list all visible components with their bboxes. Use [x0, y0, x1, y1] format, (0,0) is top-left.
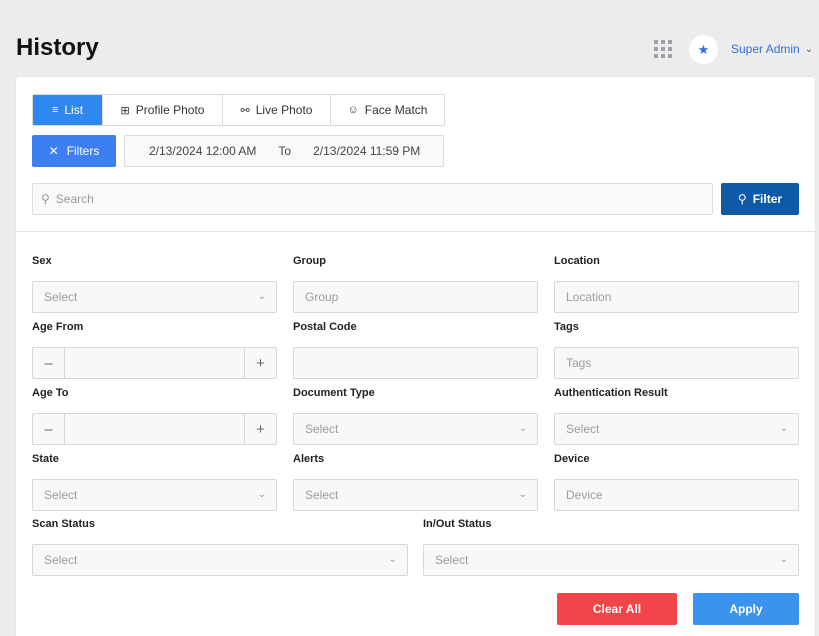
location-label: Location [554, 255, 600, 267]
inout-status-placeholder: Select [435, 553, 469, 567]
document-type-label: Document Type [293, 387, 375, 399]
tags-input[interactable]: Tags [554, 347, 799, 379]
sex-placeholder: Select [44, 290, 78, 304]
state-placeholder: Select [44, 488, 78, 502]
group-placeholder: Group [305, 290, 339, 304]
sex-label: Sex [32, 255, 52, 267]
filters-label: Filters [66, 144, 100, 158]
apps-grid-icon[interactable] [654, 40, 672, 58]
user-menu[interactable]: Super Admin ⌄ [731, 42, 813, 56]
history-card: ≡ List ⊞ Profile Photo ⚯ Live Photo ☺ Fa… [16, 77, 815, 636]
tab-label: Profile Photo [135, 103, 205, 117]
tab-label: Live Photo [255, 103, 313, 117]
chevron-down-icon: ⌄ [388, 554, 397, 565]
postal-code-label: Postal Code [293, 321, 357, 333]
filter-label: Filter [752, 192, 783, 206]
state-select[interactable]: Select ⌄ [32, 479, 277, 511]
grid-squares-icon: ⊞ [120, 104, 130, 117]
chevron-down-icon: ⌄ [257, 489, 266, 500]
decrement-button[interactable]: – [33, 348, 65, 378]
alerts-select[interactable]: Select ⌄ [293, 479, 538, 511]
filters-toggle-button[interactable]: ✕ Filters [32, 135, 116, 167]
inout-status-label: In/Out Status [423, 518, 492, 530]
device-label: Device [554, 453, 590, 465]
scan-status-label: Scan Status [32, 518, 95, 530]
device-placeholder: Device [566, 488, 603, 502]
user-icon: ☺ [347, 104, 359, 116]
decrement-button[interactable]: – [33, 414, 65, 444]
tab-label: Face Match [364, 103, 428, 117]
list-icon: ≡ [51, 104, 59, 116]
auth-result-select[interactable]: Select ⌄ [554, 413, 799, 445]
tab-list[interactable]: ≡ List [33, 95, 103, 125]
search-field: ⚲ [32, 183, 713, 215]
group-label: Group [293, 255, 326, 267]
divider [16, 231, 815, 232]
document-type-placeholder: Select [305, 422, 339, 436]
search-icon: ⚲ [41, 192, 50, 206]
device-input[interactable]: Device [554, 479, 799, 511]
chevron-down-icon: ⌄ [779, 554, 788, 565]
view-tabs: ≡ List ⊞ Profile Photo ⚯ Live Photo ☺ Fa… [32, 94, 445, 126]
search-input[interactable] [55, 192, 656, 206]
chevron-down-icon: ⌄ [779, 423, 788, 434]
tags-placeholder: Tags [566, 356, 592, 370]
age-to-input[interactable] [65, 414, 244, 444]
age-to-stepper: – + [32, 413, 277, 445]
tab-live-photo[interactable]: ⚯ Live Photo [223, 95, 331, 125]
postal-code-input[interactable] [293, 347, 538, 379]
user-name: Super Admin [731, 42, 800, 56]
location-input[interactable]: Location [554, 281, 799, 313]
close-icon: ✕ [48, 144, 59, 158]
date-separator: To [278, 144, 292, 158]
favorite-star-icon[interactable]: ★ [689, 35, 718, 64]
filter-button[interactable]: ⚲ Filter [721, 183, 799, 215]
inout-status-select[interactable]: Select ⌄ [423, 544, 799, 576]
sex-select[interactable]: Select ⌄ [32, 281, 277, 313]
date-to: 2/13/2024 11:59 PM [313, 144, 421, 158]
alerts-placeholder: Select [305, 488, 339, 502]
age-from-label: Age From [32, 321, 84, 333]
clear-all-button[interactable]: Clear All [557, 593, 677, 625]
users-icon: ⚯ [240, 104, 250, 117]
increment-button[interactable]: + [244, 348, 276, 378]
page-title: History [16, 34, 99, 61]
scan-status-placeholder: Select [44, 553, 78, 567]
age-to-label: Age To [32, 387, 69, 399]
chevron-down-icon: ⌄ [804, 43, 814, 55]
age-from-input[interactable] [65, 348, 244, 378]
scan-status-select[interactable]: Select ⌄ [32, 544, 408, 576]
date-range-picker[interactable]: 2/13/2024 12:00 AM To 2/13/2024 11:59 PM [124, 135, 444, 167]
date-from: 2/13/2024 12:00 AM [149, 144, 257, 158]
auth-result-label: Authentication Result [554, 387, 668, 399]
apply-button[interactable]: Apply [693, 593, 799, 625]
tab-face-match[interactable]: ☺ Face Match [331, 95, 444, 125]
chevron-down-icon: ⌄ [518, 489, 527, 500]
age-from-stepper: – + [32, 347, 277, 379]
chevron-down-icon: ⌄ [518, 423, 527, 434]
location-placeholder: Location [566, 290, 612, 304]
group-input[interactable]: Group [293, 281, 538, 313]
increment-button[interactable]: + [244, 414, 276, 444]
state-label: State [32, 453, 59, 465]
tab-label: List [64, 103, 84, 117]
document-type-select[interactable]: Select ⌄ [293, 413, 538, 445]
search-icon: ⚲ [737, 192, 747, 206]
tags-label: Tags [554, 321, 579, 333]
tab-profile-photo[interactable]: ⊞ Profile Photo [103, 95, 223, 125]
alerts-label: Alerts [293, 453, 325, 465]
auth-result-placeholder: Select [566, 422, 600, 436]
chevron-down-icon: ⌄ [257, 291, 266, 302]
